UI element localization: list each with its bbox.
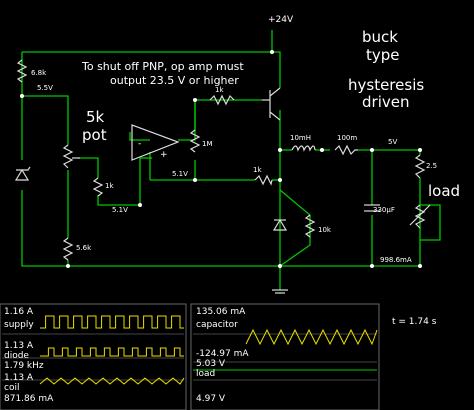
resistor-1k-left (92, 177, 104, 197)
pot-label-line2: pot (82, 126, 107, 144)
opamp-plus: + (160, 150, 168, 160)
resistor-1k-feedback-label: 1k (253, 166, 262, 174)
capacitor-label: 330µF (373, 206, 395, 214)
scope1-name-diode: diode (4, 351, 29, 361)
node-5-1v-mid-label: 5.1V (172, 170, 188, 178)
resistor-100m (334, 144, 358, 156)
zener-diode (14, 168, 30, 181)
node-5-5v-label: 5.5V (37, 84, 53, 92)
scope-area: 1.16 A supply 1.13 A diode 1.79 kHz 1.13… (0, 303, 437, 410)
resistor-2-5-label: 2.5 (426, 162, 437, 170)
opamp-minus: - (138, 139, 141, 149)
subtitle-line1: hysteresis (348, 76, 424, 94)
scope-1[interactable]: 1.16 A supply 1.13 A diode 1.79 kHz 1.13… (0, 303, 187, 410)
resistor-1m-label: 1M (202, 140, 213, 148)
resistor-5k6-label: 5.6k (76, 244, 92, 252)
output-voltage-label: 5V (388, 138, 397, 146)
scope1-freq: 1.79 kHz (4, 361, 44, 371)
title-line1: buck (362, 28, 398, 46)
note-line1: To shut off PNP, op amp must (81, 60, 244, 73)
load-label: load (428, 182, 460, 200)
circuit-canvas[interactable]: +24V buck type hysteresis driven To shut… (0, 0, 474, 300)
subtitle-line2: driven (362, 93, 409, 111)
resistor-5k6 (62, 237, 74, 261)
scope1-name-supply: supply (4, 320, 34, 330)
resistor-6k8-label: 6.8k (31, 69, 47, 77)
resistor-100m-label: 100m (337, 134, 357, 142)
resistor-1k-feedback (254, 174, 273, 186)
resistor-1k-left-label: 1k (105, 182, 114, 190)
resistor-1k-top-label: 1k (215, 86, 224, 94)
scope2-name-capacitor: capacitor (196, 320, 238, 330)
scope2-mid-value: -124.97 mA (196, 349, 249, 359)
scope2-footer: 4.97 V (196, 394, 226, 404)
scope1-mid-value: 1.13 A (4, 341, 34, 351)
scope-2[interactable]: 135.06 mA capacitor -124.97 mA 5.03 V lo… (190, 303, 380, 410)
scope1-name-coil: coil (4, 383, 19, 393)
scope1-bottom-value: 1.13 A (4, 373, 34, 383)
sim-time: t = 1.74 s (392, 317, 437, 327)
scope1-footer: 871.86 mA (4, 394, 54, 404)
inductor-10mh (291, 145, 316, 152)
supply-label: +24V (268, 15, 294, 25)
node-5-1v-left-label: 5.1V (112, 206, 128, 214)
potentiometer (62, 144, 74, 169)
scope2-top-value: 135.06 mA (196, 307, 246, 317)
scope2-voltage: 5.03 V (196, 359, 226, 369)
pot-label-line1: 5k (86, 108, 105, 126)
scope2-name-load: load (196, 369, 215, 379)
scope1-top-value: 1.16 A (4, 307, 34, 317)
title-line2: type (366, 46, 400, 64)
current-label: 998.6mA (380, 256, 412, 264)
resistor-10k-label: 10k (318, 226, 332, 234)
resistor-2-5 (414, 154, 426, 179)
inductor-label: 10mH (290, 134, 311, 142)
